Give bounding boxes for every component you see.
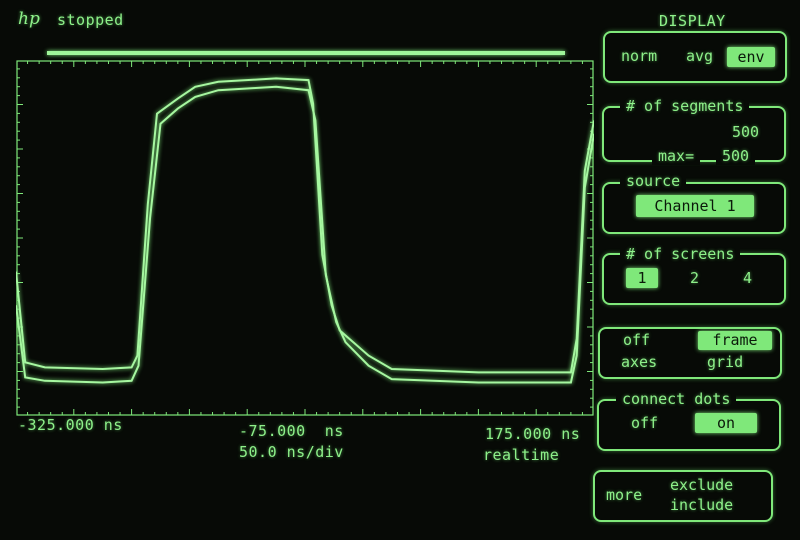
segments-value[interactable]: 500 (732, 123, 759, 141)
hp-logo: hp (18, 9, 40, 29)
segments-title: # of segments (620, 97, 750, 115)
envelope-upper-trace (16, 77, 594, 374)
frame-option[interactable]: frame (698, 331, 772, 350)
screens-option-1[interactable]: 1 (626, 268, 658, 288)
source-channel-select[interactable]: Channel 1 (636, 195, 754, 217)
mode-avg-option[interactable]: avg (686, 47, 713, 65)
frame-ticks (17, 61, 593, 415)
waveform-display (16, 60, 594, 416)
graticule-frame (16, 60, 594, 416)
exclude-option[interactable]: exclude (670, 476, 733, 494)
source-title: source (620, 172, 687, 190)
connect-dots-off-option[interactable]: off (631, 414, 658, 432)
segments-max-label: max= (652, 147, 701, 165)
right-time-readout: 175.000 ns (485, 425, 581, 443)
include-option[interactable]: include (670, 496, 733, 514)
screens-option-4[interactable]: 4 (743, 269, 752, 287)
axes-option[interactable]: axes (621, 353, 657, 371)
envelope-lower-trace (16, 85, 594, 384)
center-time-readout: -75.000 ns (239, 422, 344, 440)
axes-off-option[interactable]: off (623, 331, 650, 349)
grid-option[interactable]: grid (707, 353, 743, 371)
connect-dots-title: connect dots (616, 390, 737, 408)
segments-max-value: 500 (716, 147, 756, 165)
more-button[interactable]: more (606, 486, 642, 504)
acquisition-status: stopped (57, 11, 124, 29)
left-time-readout: -325.000 ns (18, 416, 123, 434)
connect-dots-on-option[interactable]: on (695, 413, 757, 433)
mode-env-option[interactable]: env (727, 47, 775, 67)
screens-option-2[interactable]: 2 (690, 269, 699, 287)
mode-norm-option[interactable]: norm (621, 47, 657, 65)
screens-title: # of screens (620, 245, 741, 263)
acquisition-mode-readout: realtime (483, 446, 560, 464)
menu-title: DISPLAY (659, 12, 726, 30)
memory-bar (47, 51, 565, 55)
timebase-readout: 50.0 ns/div (239, 443, 344, 461)
